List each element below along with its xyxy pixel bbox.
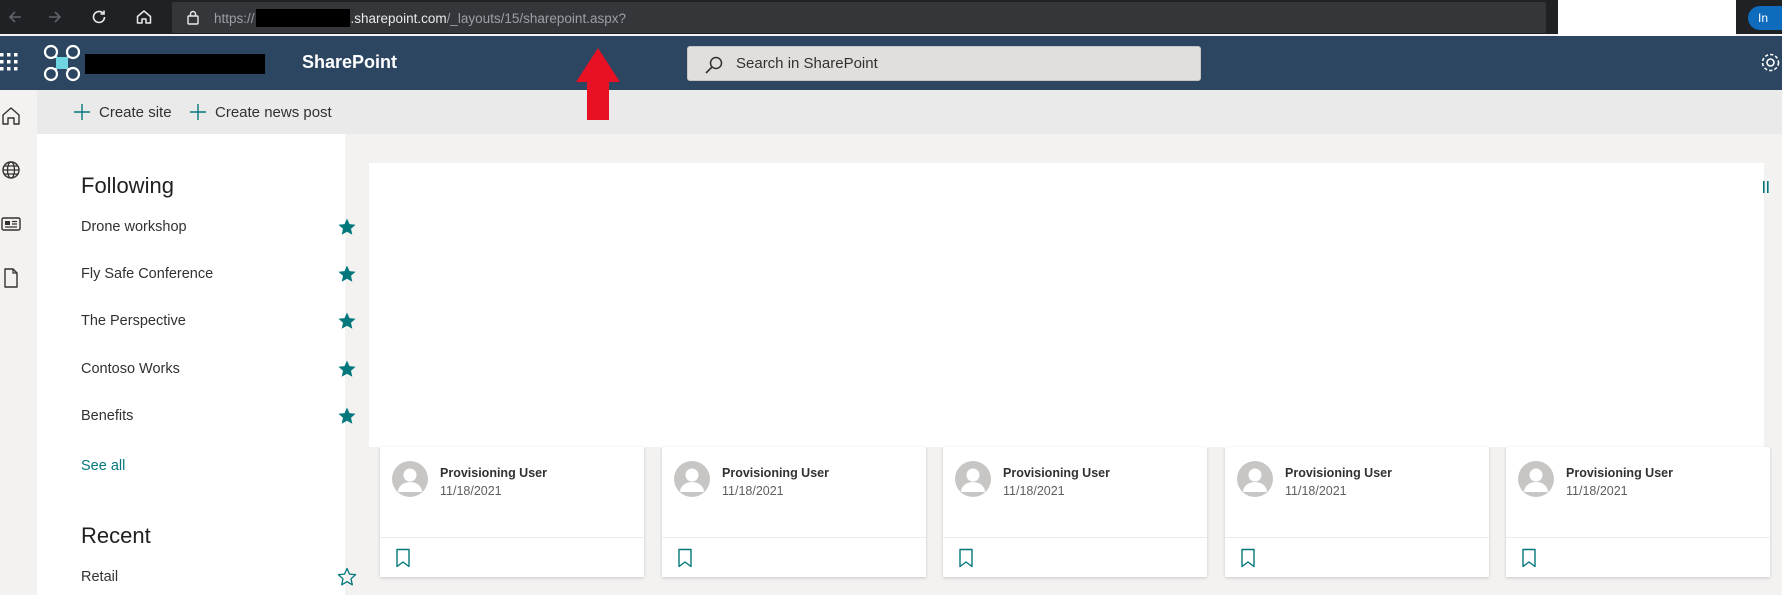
card-author: Provisioning User [722,466,829,480]
file-icon[interactable] [0,267,22,289]
following-item[interactable]: Drone workshop [81,217,356,241]
waffle-icon[interactable] [0,51,22,73]
create-site-label: Create site [99,103,172,121]
avatar-icon [955,461,991,497]
recent-heading: Recent [81,523,151,548]
star-filled-icon[interactable] [337,359,357,379]
url-protocol: https:// [214,10,255,26]
following-heading: Following [81,173,174,198]
card-date: 11/18/2021 [1285,484,1347,498]
forward-icon [49,11,62,23]
home-icon [136,10,152,24]
address-bar[interactable]: https:// .sharepoint.com/_layouts/15/shar… [172,2,1718,33]
card-divider [380,537,644,538]
news-card[interactable]: Provisioning User 11/18/2021 [380,447,644,577]
card-date: 11/18/2021 [1566,484,1628,498]
create-news-post-label: Create news post [215,103,332,121]
card-date: 11/18/2021 [440,484,502,498]
star-outline-icon[interactable] [337,567,357,587]
search-box[interactable]: Search in SharePoint [687,46,1201,81]
globe-icon[interactable] [0,159,22,181]
redacted-tenant [255,9,350,27]
following-panel: Following Drone workshop Fly Safe Confer… [37,134,357,595]
command-bar: Create site Create news post [37,90,1782,134]
avatar-icon [392,461,428,497]
recent-item-label: Retail [81,569,119,585]
search-icon [705,56,723,74]
avatar-icon [674,461,710,497]
following-item[interactable]: The Perspective [81,311,356,335]
following-item[interactable]: Fly Safe Conference [81,264,356,288]
settings-icon[interactable] [1759,51,1782,74]
drone-logo-icon[interactable] [43,44,81,82]
browser-toolbar: https:// .sharepoint.com/_layouts/15/shar… [0,0,1782,36]
bookmark-icon[interactable] [395,548,411,568]
bookmark-icon[interactable] [1240,548,1256,568]
star-filled-icon[interactable] [337,264,357,284]
following-item[interactable]: Contoso Works [81,359,356,383]
bookmark-icon[interactable] [677,548,693,568]
home-button[interactable] [129,0,159,34]
create-site-button[interactable]: Create site [73,101,172,123]
news-card[interactable]: Provisioning User 11/18/2021 [1225,447,1489,577]
card-author: Provisioning User [440,466,547,480]
card-date: 11/18/2021 [1003,484,1065,498]
news-card[interactable]: Provisioning User 11/18/2021 [1506,447,1770,577]
redacted-site-name [85,54,265,74]
card-date: 11/18/2021 [722,484,784,498]
search-placeholder: Search in SharePoint [736,55,878,72]
forward-button[interactable] [40,0,70,34]
refresh-icon [92,10,106,24]
profile-button[interactable]: In [1748,6,1782,30]
following-item-label: The Perspective [81,313,186,329]
following-item-label: Fly Safe Conference [81,266,214,282]
card-divider [1225,537,1489,538]
following-item-label: Drone workshop [81,219,187,235]
sharepoint-brand[interactable]: SharePoint [302,52,397,73]
star-filled-icon[interactable] [337,406,357,426]
news-icon[interactable] [0,213,22,235]
following-item-label: Benefits [81,408,134,424]
bookmark-icon[interactable] [958,548,974,568]
url-domain: .sharepoint.com [350,10,447,26]
star-filled-icon[interactable] [337,217,357,237]
news-card[interactable]: Provisioning User 11/18/2021 [943,447,1207,577]
suite-bar: SharePoint Search in SharePoint [0,36,1782,90]
lock-icon [187,10,199,25]
plus-icon [74,104,90,120]
redacted-area [1558,0,1736,36]
refresh-button[interactable] [84,0,114,34]
back-icon [8,11,21,23]
red-arrow-icon [576,48,620,120]
card-author: Provisioning User [1003,466,1110,480]
avatar-icon [1237,461,1273,497]
card-author: Provisioning User [1285,466,1392,480]
create-news-post-button[interactable]: Create news post [189,101,332,123]
card-author: Provisioning User [1566,466,1673,480]
url-path: /_layouts/15/sharepoint.aspx? [446,10,626,26]
news-card[interactable]: Provisioning User 11/18/2021 [662,447,926,577]
following-item[interactable]: Benefits [81,406,356,430]
plus-icon [190,104,206,120]
card-divider [662,537,926,538]
bookmark-icon[interactable] [1521,548,1537,568]
url-text: https:// .sharepoint.com/_layouts/15/shar… [214,9,626,27]
recent-item[interactable]: Retail [81,567,357,591]
news-hero[interactable] [369,163,1764,447]
left-app-bar [0,90,37,595]
back-button[interactable] [0,0,30,34]
card-divider [1506,537,1770,538]
see-all-link[interactable]: See all [81,458,125,474]
pause-icon[interactable] [1763,180,1769,194]
home-icon[interactable] [0,105,22,127]
following-item-label: Contoso Works [81,361,180,377]
star-filled-icon[interactable] [337,311,357,331]
avatar-icon [1518,461,1554,497]
card-divider [943,537,1207,538]
